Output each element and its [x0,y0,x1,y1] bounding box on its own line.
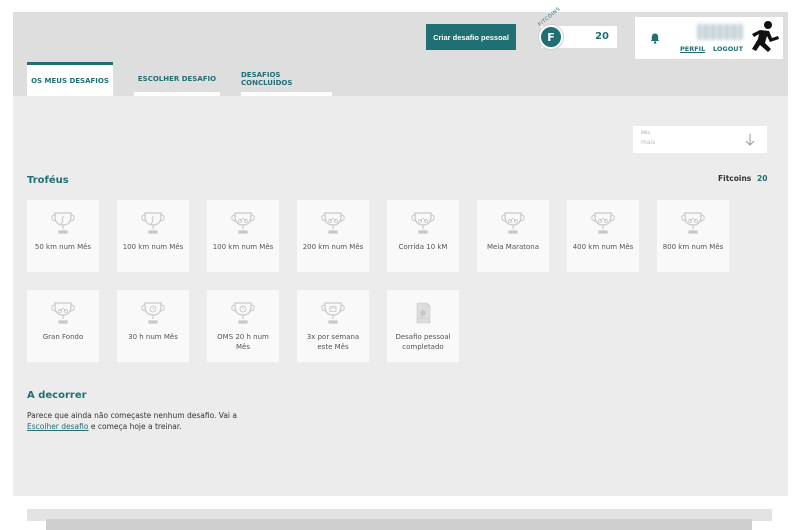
fitcoins-value: 20 [595,31,609,42]
ongoing-description: Parece que ainda não começaste nenhum de… [27,411,237,431]
trophy-run-icon [50,200,76,238]
trophy-card[interactable]: 100 km num Mês [207,200,279,272]
filter-label: Mês [641,131,650,136]
trophy-label: 50 km num Mês [34,243,92,251]
tab-completed-challenges[interactable]: DESAFIOS CONCLUÍDOS [241,62,332,96]
trophy-bike-icon [230,200,256,238]
user-name-blurred [697,24,743,40]
trophy-label: Desafio pessoal completado [395,333,451,351]
trophy-label: 800 km num Mês [662,243,724,251]
trophy-label: 400 km num Mês [572,243,634,251]
top-bar: Criar desafio pessoal FITCOINS F 20 PERF… [13,6,788,96]
trophy-label: 30 h num Mês [128,333,178,341]
bell-icon[interactable] [650,29,660,48]
trophies-fitcoins-label: Fitcoins [718,174,752,183]
trophies-fitcoins-value: 20 [757,174,768,183]
personal-challenge-icon [410,290,436,328]
trophy-label: 100 km num Mês [212,243,274,251]
trophy-label: OMS 20 h num Mês [217,333,269,351]
trophy-card[interactable]: OMS 20 h num Mês [207,290,279,362]
trophy-run-icon [140,200,166,238]
trophy-bike-icon [320,200,346,238]
arrow-down-icon [745,132,755,151]
trophy-card[interactable]: 3x por semana este Mês [297,290,369,362]
trophy-card[interactable]: 400 km num Mês [567,200,639,272]
trophy-bike-icon [590,200,616,238]
tab-my-challenges[interactable]: OS MEUS DESAFIOS [27,62,113,96]
user-panel: PERFIL LOGOUT [635,17,783,59]
trophy-card[interactable]: 100 km num Mês [117,200,189,272]
trophy-card[interactable]: 800 km num Mês [657,200,729,272]
trophy-bike-icon [410,200,436,238]
trophy-label: Gran Fondo [42,333,84,341]
trophy-card[interactable]: Desafio pessoal completado [387,290,459,362]
tab-choose-challenge[interactable]: ESCOLHER DESAFIO [134,62,220,96]
trophy-clock-icon [230,290,256,328]
profile-link[interactable]: PERFIL [680,45,705,53]
trophies-title: Troféus [27,175,69,186]
filter-value: mais [641,139,656,146]
trophy-bike-icon [50,290,76,328]
logout-link[interactable]: LOGOUT [713,45,743,53]
trophy-label: 3x por semana este Mês [306,333,360,351]
ongoing-title: A decorrer [27,390,87,401]
trophy-card[interactable]: Corrida 10 kM [387,200,459,272]
trophy-card[interactable]: 30 h num Mês [117,290,189,362]
trophy-card[interactable]: Meia Maratona [477,200,549,272]
trophy-card[interactable]: Gran Fondo [27,290,99,362]
trophy-card[interactable]: 50 km num Mês [27,200,99,272]
trophy-card[interactable]: 200 km num Mês [297,200,369,272]
trophy-clock-icon [140,290,166,328]
choose-challenge-link[interactable]: Escolher desafio [27,422,88,431]
trophy-calendar-icon [320,290,346,328]
create-personal-challenge-button[interactable]: Criar desafio pessoal [426,24,516,50]
trophy-label: 100 km num Mês [122,243,184,251]
footer-bar-shadow [46,519,752,530]
trophy-label: Meia Maratona [486,243,540,251]
trophy-label: Corrida 10 kM [398,243,448,251]
trophy-bike-icon [680,200,706,238]
app-window: Criar desafio pessoal FITCOINS F 20 PERF… [13,6,788,496]
trophy-bike-icon [500,200,526,238]
trophy-label: 200 km num Mês [302,243,364,251]
avatar[interactable] [747,19,781,55]
fitcoins-icon: F [539,25,563,49]
month-filter-select[interactable]: Mês mais [633,126,767,153]
fitcoins-counter: FITCOINS F 20 [537,6,617,49]
